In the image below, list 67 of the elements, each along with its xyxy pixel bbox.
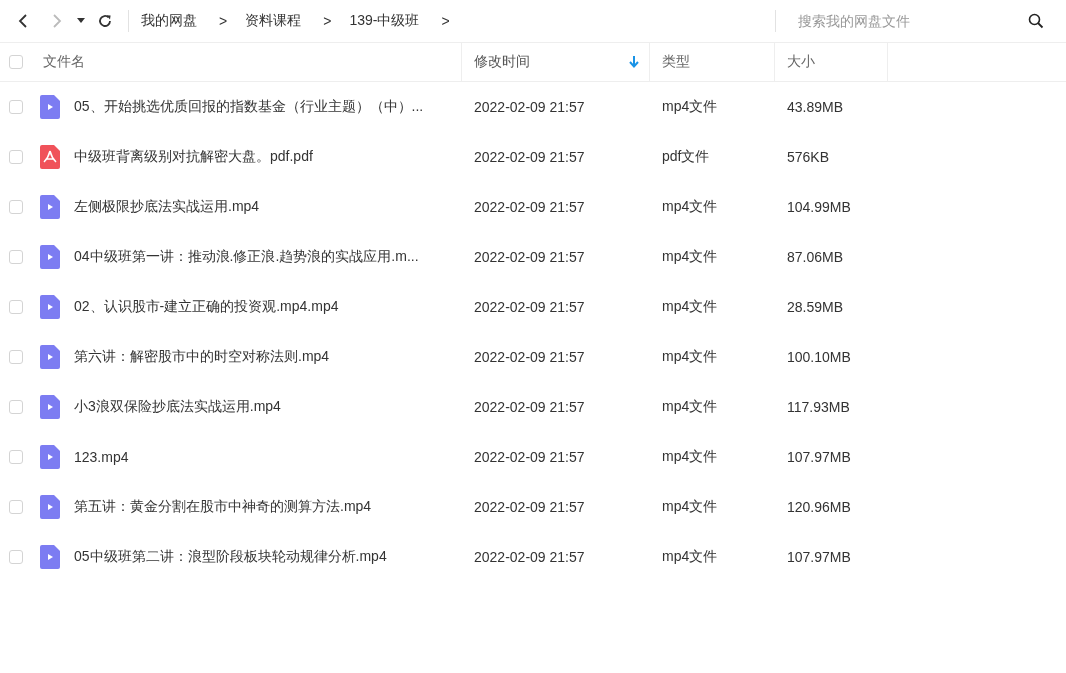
file-size: 576KB <box>787 149 830 165</box>
file-size: 117.93MB <box>787 399 850 415</box>
row-checkbox[interactable] <box>9 250 23 264</box>
file-size: 43.89MB <box>787 99 844 115</box>
chevron-right-icon <box>51 13 63 29</box>
modified-time: 2022-02-09 21:57 <box>474 399 585 415</box>
column-header[interactable]: 修改时间 <box>474 53 530 71</box>
file-type: mp4文件 <box>662 248 718 266</box>
file-type: mp4文件 <box>662 548 718 566</box>
breadcrumb-link[interactable]: 139-中级班 <box>349 12 420 30</box>
row-checkbox[interactable] <box>9 500 23 514</box>
modified-time: 2022-02-09 21:57 <box>474 249 585 265</box>
caret-down-icon <box>77 18 85 24</box>
file-name[interactable]: 04中级班第一讲：推动浪.修正浪.趋势浪的实战应用.m... <box>74 248 419 266</box>
breadcrumb-link[interactable]: 我的网盘 <box>141 12 197 30</box>
modified-time: 2022-02-09 21:57 <box>474 549 585 565</box>
file-size: 107.97MB <box>787 449 851 465</box>
file-type: mp4文件 <box>662 98 718 116</box>
row-checkbox[interactable] <box>9 350 23 364</box>
file-name[interactable]: 左侧极限抄底法实战运用.mp4 <box>74 198 260 216</box>
file-name[interactable]: 中级班背离级别对抗解密大盘。pdf.pdf <box>74 148 313 166</box>
file-type: mp4文件 <box>662 298 718 316</box>
file-type: pdf文件 <box>662 148 710 166</box>
file-size: 107.97MB <box>787 549 851 565</box>
modified-time: 2022-02-09 21:57 <box>474 99 585 115</box>
modified-time: 2022-02-09 21:57 <box>474 149 585 165</box>
modified-time: 2022-02-09 21:57 <box>474 199 585 215</box>
row-checkbox[interactable] <box>9 300 23 314</box>
column-header[interactable]: 大小 <box>787 53 815 71</box>
file-name[interactable]: 02、认识股市-建立正确的投资观.mp4.mp4 <box>74 298 339 316</box>
file-size: 100.10MB <box>787 349 851 365</box>
breadcrumb-separator: > <box>441 13 450 29</box>
file-name[interactable]: 第六讲：解密股市中的时空对称法则.mp4 <box>74 348 330 366</box>
breadcrumb-separator: > <box>219 13 228 29</box>
file-name[interactable]: 05、开始挑选优质回报的指数基金（行业主题）（中）... <box>74 98 424 116</box>
file-type: mp4文件 <box>662 498 718 516</box>
file-type: mp4文件 <box>662 348 718 366</box>
modified-time: 2022-02-09 21:57 <box>474 299 585 315</box>
file-type: mp4文件 <box>662 198 718 216</box>
sort-down-arrow-icon <box>629 56 639 68</box>
column-header[interactable]: 文件名 <box>43 53 85 71</box>
row-checkbox[interactable] <box>9 100 23 114</box>
row-checkbox[interactable] <box>9 550 23 564</box>
breadcrumb-link[interactable]: 资料课程 <box>245 12 302 30</box>
file-size: 104.99MB <box>787 199 851 215</box>
breadcrumb-separator: > <box>323 13 332 29</box>
file-type: mp4文件 <box>662 398 718 416</box>
search-icon <box>1028 13 1044 29</box>
chevron-left-icon <box>17 13 29 29</box>
select-all-checkbox[interactable] <box>9 55 23 69</box>
column-header[interactable]: 类型 <box>662 53 690 71</box>
modified-time: 2022-02-09 21:57 <box>474 349 585 365</box>
modified-time: 2022-02-09 21:57 <box>474 449 585 465</box>
file-name[interactable]: 123.mp4 <box>74 449 129 465</box>
row-checkbox[interactable] <box>9 200 23 214</box>
refresh-icon <box>97 13 113 29</box>
row-checkbox[interactable] <box>9 400 23 414</box>
file-size: 28.59MB <box>787 299 844 315</box>
row-checkbox[interactable] <box>9 450 23 464</box>
file-type: mp4文件 <box>662 448 718 466</box>
file-size: 120.96MB <box>787 499 851 515</box>
row-checkbox[interactable] <box>9 150 23 164</box>
modified-time: 2022-02-09 21:57 <box>474 499 585 515</box>
file-name[interactable]: 05中级班第二讲：浪型阶段板块轮动规律分析.mp4 <box>74 548 387 566</box>
file-name[interactable]: 小3浪双保险抄底法实战运用.mp4 <box>74 398 281 416</box>
file-size: 87.06MB <box>787 249 844 265</box>
file-name[interactable]: 第五讲：黄金分割在股市中神奇的测算方法.mp4 <box>74 498 372 516</box>
